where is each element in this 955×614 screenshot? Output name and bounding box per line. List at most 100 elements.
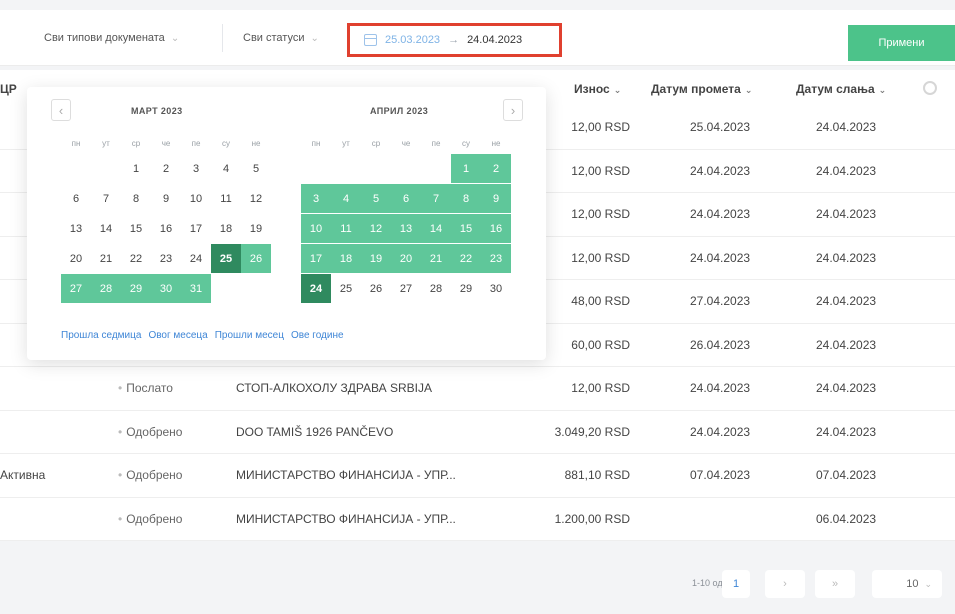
row-turnover-date: 24.04.2023 [690, 163, 751, 178]
calendar-day[interactable]: 14 [421, 214, 451, 243]
calendar-day[interactable]: 27 [391, 274, 421, 303]
calendar-day[interactable]: 4 [211, 154, 241, 183]
date-from[interactable]: 25.03.2023 [385, 34, 440, 46]
calendar-day[interactable]: 5 [361, 184, 391, 213]
calendar-day[interactable]: 8 [121, 184, 151, 213]
calendar-day[interactable]: 2 [481, 154, 511, 183]
calendar-day[interactable]: 19 [241, 214, 271, 243]
calendar-day[interactable]: 14 [91, 214, 121, 243]
column-header-amount[interactable]: Износ ⌄ [574, 82, 621, 96]
calendar-day[interactable]: 10 [301, 214, 331, 243]
table-row[interactable]: • Одобрено МИНИСТАРСТВО ФИНАНСИЈА - УПР..… [0, 497, 955, 541]
calendar-day[interactable]: 5 [241, 154, 271, 183]
date-to[interactable]: 24.04.2023 [467, 34, 522, 46]
month-title-april: АПРИЛ 2023 [370, 106, 429, 116]
calendar-day[interactable]: 9 [481, 184, 511, 213]
calendar-day[interactable]: 18 [331, 244, 361, 273]
calendar-day[interactable]: 28 [91, 274, 121, 303]
calendar-day[interactable]: 23 [151, 244, 181, 273]
calendar-day[interactable]: 17 [301, 244, 331, 273]
calendar-day[interactable]: 3 [301, 184, 331, 213]
calendar-day[interactable]: 11 [331, 214, 361, 243]
date-range-picker[interactable]: 25.03.2023 → 24.04.2023 [347, 23, 562, 57]
calendar-day[interactable]: 26 [241, 244, 271, 273]
calendar-day[interactable]: 16 [151, 214, 181, 243]
calendar-day[interactable]: 6 [61, 184, 91, 213]
calendar-day[interactable]: 20 [61, 244, 91, 273]
last-page-button[interactable]: » [815, 570, 855, 598]
row-amount: 12,00 RSD [571, 207, 630, 221]
calendar-day[interactable]: 10 [181, 184, 211, 213]
calendar-day[interactable]: 12 [361, 214, 391, 243]
column-header-cut[interactable]: ЦР [0, 82, 17, 96]
calendar-day[interactable]: 9 [151, 184, 181, 213]
calendar-day[interactable]: 26 [361, 274, 391, 303]
shortcut-last-month[interactable]: Прошли месец [215, 330, 284, 341]
month-title-march: МАРТ 2023 [131, 106, 183, 116]
next-month-button[interactable]: › [503, 99, 523, 121]
calendar-day[interactable]: 24 [181, 244, 211, 273]
row-send-date: 24.04.2023 [816, 120, 877, 134]
calendar-day[interactable]: 1 [451, 154, 481, 183]
shortcut-this-month[interactable]: Овог месеца [148, 330, 207, 341]
calendar-day[interactable]: 28 [421, 274, 451, 303]
range-shortcuts: Прошла седмица Овог месеца Прошли месец … [61, 330, 344, 341]
calendar-day[interactable]: 3 [181, 154, 211, 183]
calendar-day[interactable]: 8 [451, 184, 481, 213]
calendar-week-row: 17 18 19 20 21 22 23 [301, 244, 511, 273]
calendar-day[interactable]: 25 [331, 274, 361, 303]
status-filter-label: Сви статуси [243, 32, 305, 44]
calendar-day[interactable]: 21 [91, 244, 121, 273]
calendar-day[interactable]: 25 [211, 244, 241, 273]
column-header-turnover-date[interactable]: Датум промета ⌄ [651, 82, 752, 96]
calendar-day[interactable]: 19 [361, 244, 391, 273]
calendar-day[interactable]: 17 [181, 214, 211, 243]
calendar-day[interactable]: 30 [151, 274, 181, 303]
calendar-day[interactable]: 27 [61, 274, 91, 303]
row-send-date: 24.04.2023 [816, 424, 877, 439]
column-header-send-date[interactable]: Датум слања ⌄ [796, 82, 886, 96]
shortcut-last-week[interactable]: Прошла седмица [61, 330, 141, 341]
next-page-button[interactable]: › [765, 570, 805, 598]
table-row[interactable]: • Одобрено DOO TAMIŠ 1926 PANČEVO 3.049,2… [0, 410, 955, 454]
calendar-day[interactable]: 15 [451, 214, 481, 243]
calendar-day[interactable]: 13 [61, 214, 91, 243]
calendar-day[interactable]: 4 [331, 184, 361, 213]
calendar-day[interactable]: 18 [211, 214, 241, 243]
column-header-send-label: Датум слања [796, 82, 875, 96]
weekday-label: пе [191, 138, 201, 148]
calendar-day[interactable]: 2 [151, 154, 181, 183]
calendar-day[interactable]: 6 [391, 184, 421, 213]
shortcut-this-year[interactable]: Ове године [291, 330, 344, 341]
calendar-day[interactable]: 31 [181, 274, 211, 303]
table-row[interactable]: • Послато СТОП-АЛКОХОЛУ ЗДРАВА SRBIJA 12,… [0, 367, 955, 411]
calendar-day[interactable]: 7 [91, 184, 121, 213]
calendar-day[interactable]: 11 [211, 184, 241, 213]
calendar-day[interactable]: 13 [391, 214, 421, 243]
calendar-day[interactable]: 21 [421, 244, 451, 273]
calendar-day[interactable]: 7 [421, 184, 451, 213]
row-amount: 12,00 RSD [571, 163, 630, 178]
doc-type-filter[interactable]: Сви типови докумената ⌄ [44, 24, 179, 52]
apply-button[interactable]: Примени [848, 25, 955, 61]
calendar-day[interactable]: 1 [121, 154, 151, 183]
calendar-day[interactable]: 24 [301, 274, 331, 303]
current-page-input[interactable]: 1 [722, 570, 750, 598]
calendar-day[interactable]: 23 [481, 244, 511, 273]
weekday-label: ср [371, 138, 381, 148]
calendar-day[interactable]: 12 [241, 184, 271, 213]
gear-icon[interactable] [923, 81, 937, 95]
calendar-day[interactable]: 16 [481, 214, 511, 243]
calendar-day[interactable]: 22 [121, 244, 151, 273]
prev-month-button[interactable]: ‹ [51, 99, 71, 121]
table-row[interactable]: Активна • Одобрено МИНИСТАРСТВО ФИНАНСИЈА… [0, 454, 955, 498]
status-filter[interactable]: Сви статуси ⌄ [243, 24, 319, 52]
calendar-day[interactable]: 29 [451, 274, 481, 303]
calendar-day[interactable]: 20 [391, 244, 421, 273]
page-size-select[interactable]: 10 ⌄ [872, 570, 942, 598]
calendar-day[interactable]: 15 [121, 214, 151, 243]
calendar-day[interactable]: 30 [481, 274, 511, 303]
calendar-day[interactable]: 22 [451, 244, 481, 273]
calendar-day[interactable]: 29 [121, 274, 151, 303]
row-amount: 1.200,00 RSD [554, 511, 630, 526]
